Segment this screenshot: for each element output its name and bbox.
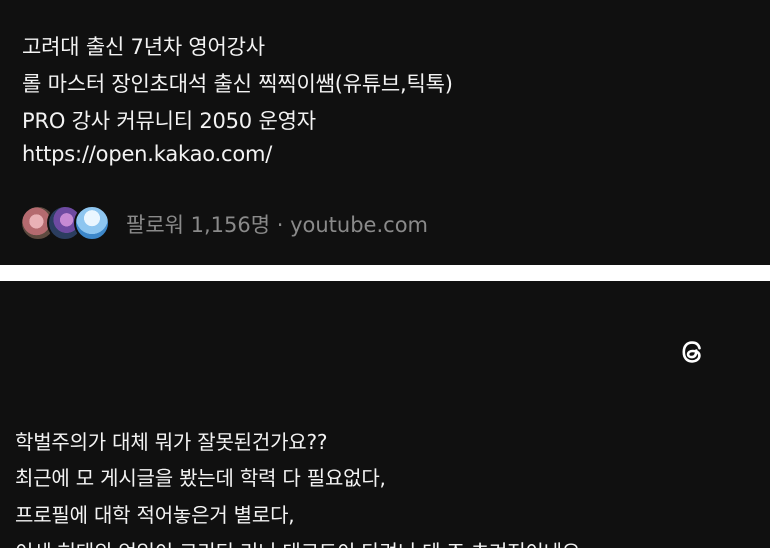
profile-link[interactable]: https://open.kakao.com/ <box>22 142 272 166</box>
follower-avatar <box>74 205 110 241</box>
post-line-2: 최근에 모 게시글을 봤는데 학력 다 필요없다, <box>15 466 386 490</box>
followers-count[interactable]: 팔로워 1,156명 · youtube.com <box>126 209 428 239</box>
divider <box>0 265 770 281</box>
post-line-1: 학벌주의가 대체 뭐가 잘못된건가요?? <box>15 430 328 454</box>
bio-line-2: 롤 마스터 장인초대석 출신 찍찍이쌤(유튜브,틱톡) <box>22 72 453 96</box>
bio-line-1: 고려대 출신 7년차 영어강사 <box>22 35 265 59</box>
post-panel: 학벌주의가 대체 뭐가 잘못된건가요?? 최근에 모 게시글을 봤는데 학력 다… <box>0 281 770 548</box>
post-line-3: 프로필에 대학 적어놓은거 별로다, <box>15 503 295 527</box>
threads-logo-icon[interactable] <box>678 337 708 367</box>
post-line-4: 이세 허태의 엉잉이 크리티 리니 대크드이 다려니 데 조 츠겨저이네요 <box>15 536 580 548</box>
profile-panel: 고려대 출신 7년차 영어강사 롤 마스터 장인초대석 출신 찍찍이쌤(유튜브,… <box>0 0 770 265</box>
bio-line-3: PRO 강사 커뮤니티 2050 운영자 <box>22 109 316 133</box>
follower-avatars[interactable] <box>20 205 110 241</box>
